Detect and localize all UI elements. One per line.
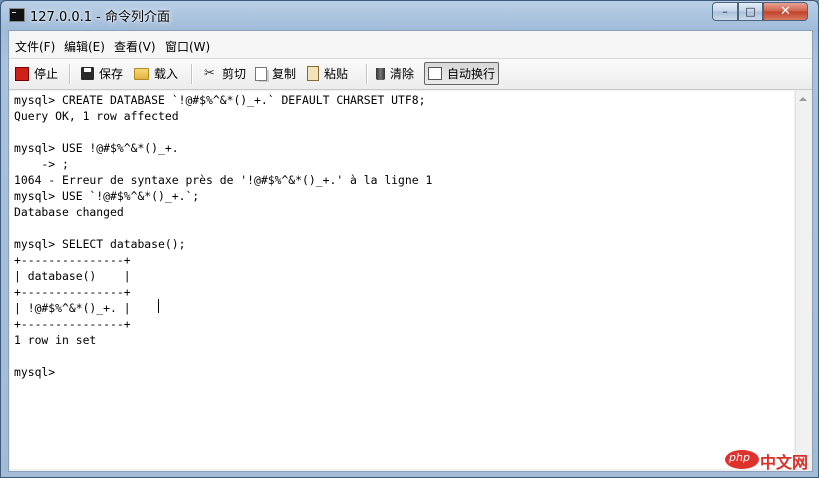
console-line: mysql> USE `!@#$%^&*()_+.`; (14, 189, 200, 203)
clipboard-icon (307, 66, 319, 81)
stop-button[interactable]: 停止 (12, 62, 61, 85)
scissors-icon: ✂ (204, 66, 215, 81)
scroll-up-arrow-icon[interactable] (799, 97, 807, 101)
word-wrap-toggle[interactable]: 自动换行 (424, 62, 500, 85)
console-line: Query OK, 1 row affected (14, 109, 179, 123)
stop-icon (15, 66, 29, 81)
title-bar[interactable]: 127.0.0.1 - 命令列介面 – □ ✕ (1, 1, 818, 29)
console-output[interactable]: mysql> CREATE DATABASE `!@#$%^&*()_+.` D… (10, 91, 794, 469)
console-line: | !@#$%^&*()_+. | (14, 301, 131, 315)
trash-icon (376, 67, 385, 80)
console-line: +---------------+ (14, 285, 131, 299)
toolbar-separator (69, 64, 71, 84)
vertical-scrollbar[interactable] (795, 91, 812, 469)
save-button[interactable]: 保存 (78, 62, 126, 85)
console-line: +---------------+ (14, 253, 131, 267)
clear-button[interactable]: 清除 (373, 62, 417, 85)
console-line: mysql> (14, 365, 56, 379)
console-line: 1 row in set (14, 333, 97, 347)
load-button[interactable]: 载入 (131, 62, 181, 85)
menu-file[interactable]: 文件(F) (15, 38, 55, 55)
save-label: 保存 (99, 67, 124, 81)
console-line: Database changed (14, 205, 124, 219)
menu-bar: 文件(F) 编辑(E) 查看(V) 窗口(W) (9, 31, 812, 59)
watermark-badge-text: php (729, 451, 750, 464)
cut-button[interactable]: ✂ 剪切 (199, 62, 249, 85)
php-cn-watermark: php 中文网 (725, 448, 811, 472)
copy-icon (255, 66, 267, 81)
terminal-icon (9, 8, 25, 22)
cut-label: 剪切 (222, 67, 247, 81)
console-line: mysql> CREATE DATABASE `!@#$%^&*()_+.` D… (14, 93, 426, 107)
wrap-text-icon (428, 67, 442, 80)
paste-label: 粘贴 (324, 67, 349, 81)
toolbar: 停止 保存 载入 ✂ 剪切 复制 粘贴 清除 自动换行 (9, 59, 812, 90)
watermark-text: 中文网 (760, 453, 809, 472)
window-title: 127.0.0.1 - 命令列介面 (30, 10, 170, 25)
console-line: -> ; (14, 157, 69, 171)
copy-label: 复制 (272, 67, 297, 81)
maximize-button[interactable]: □ (738, 2, 763, 21)
copy-button[interactable]: 复制 (252, 62, 299, 85)
console-line: 1064 - Erreur de syntaxe près de '!@#$%^… (14, 173, 433, 187)
console-line: mysql> SELECT database(); (14, 237, 186, 251)
paste-button[interactable]: 粘贴 (304, 62, 351, 85)
stop-label: 停止 (34, 67, 59, 81)
clear-label: 清除 (390, 67, 415, 81)
toolbar-separator (366, 64, 368, 84)
floppy-disk-icon (81, 67, 94, 80)
menu-edit[interactable]: 编辑(E) (64, 38, 105, 55)
word-wrap-label: 自动换行 (447, 67, 496, 81)
console-line: mysql> USE !@#$%^&*()_+. (14, 141, 179, 155)
app-window: 127.0.0.1 - 命令列介面 – □ ✕ 文件(F) 编辑(E) 查看(V… (0, 0, 819, 478)
console-line: +---------------+ (14, 317, 131, 331)
load-label: 载入 (154, 67, 179, 81)
folder-icon (134, 67, 149, 80)
minimize-button[interactable]: – (712, 2, 738, 21)
text-caret (158, 299, 159, 313)
console-line: | database() | (14, 269, 131, 283)
client-area: 文件(F) 编辑(E) 查看(V) 窗口(W) 停止 保存 载入 ✂ 剪切 复制… (8, 30, 813, 472)
menu-window[interactable]: 窗口(W) (165, 38, 210, 55)
close-button[interactable]: ✕ (763, 2, 808, 21)
menu-view[interactable]: 查看(V) (114, 38, 156, 55)
toolbar-separator (191, 64, 193, 84)
